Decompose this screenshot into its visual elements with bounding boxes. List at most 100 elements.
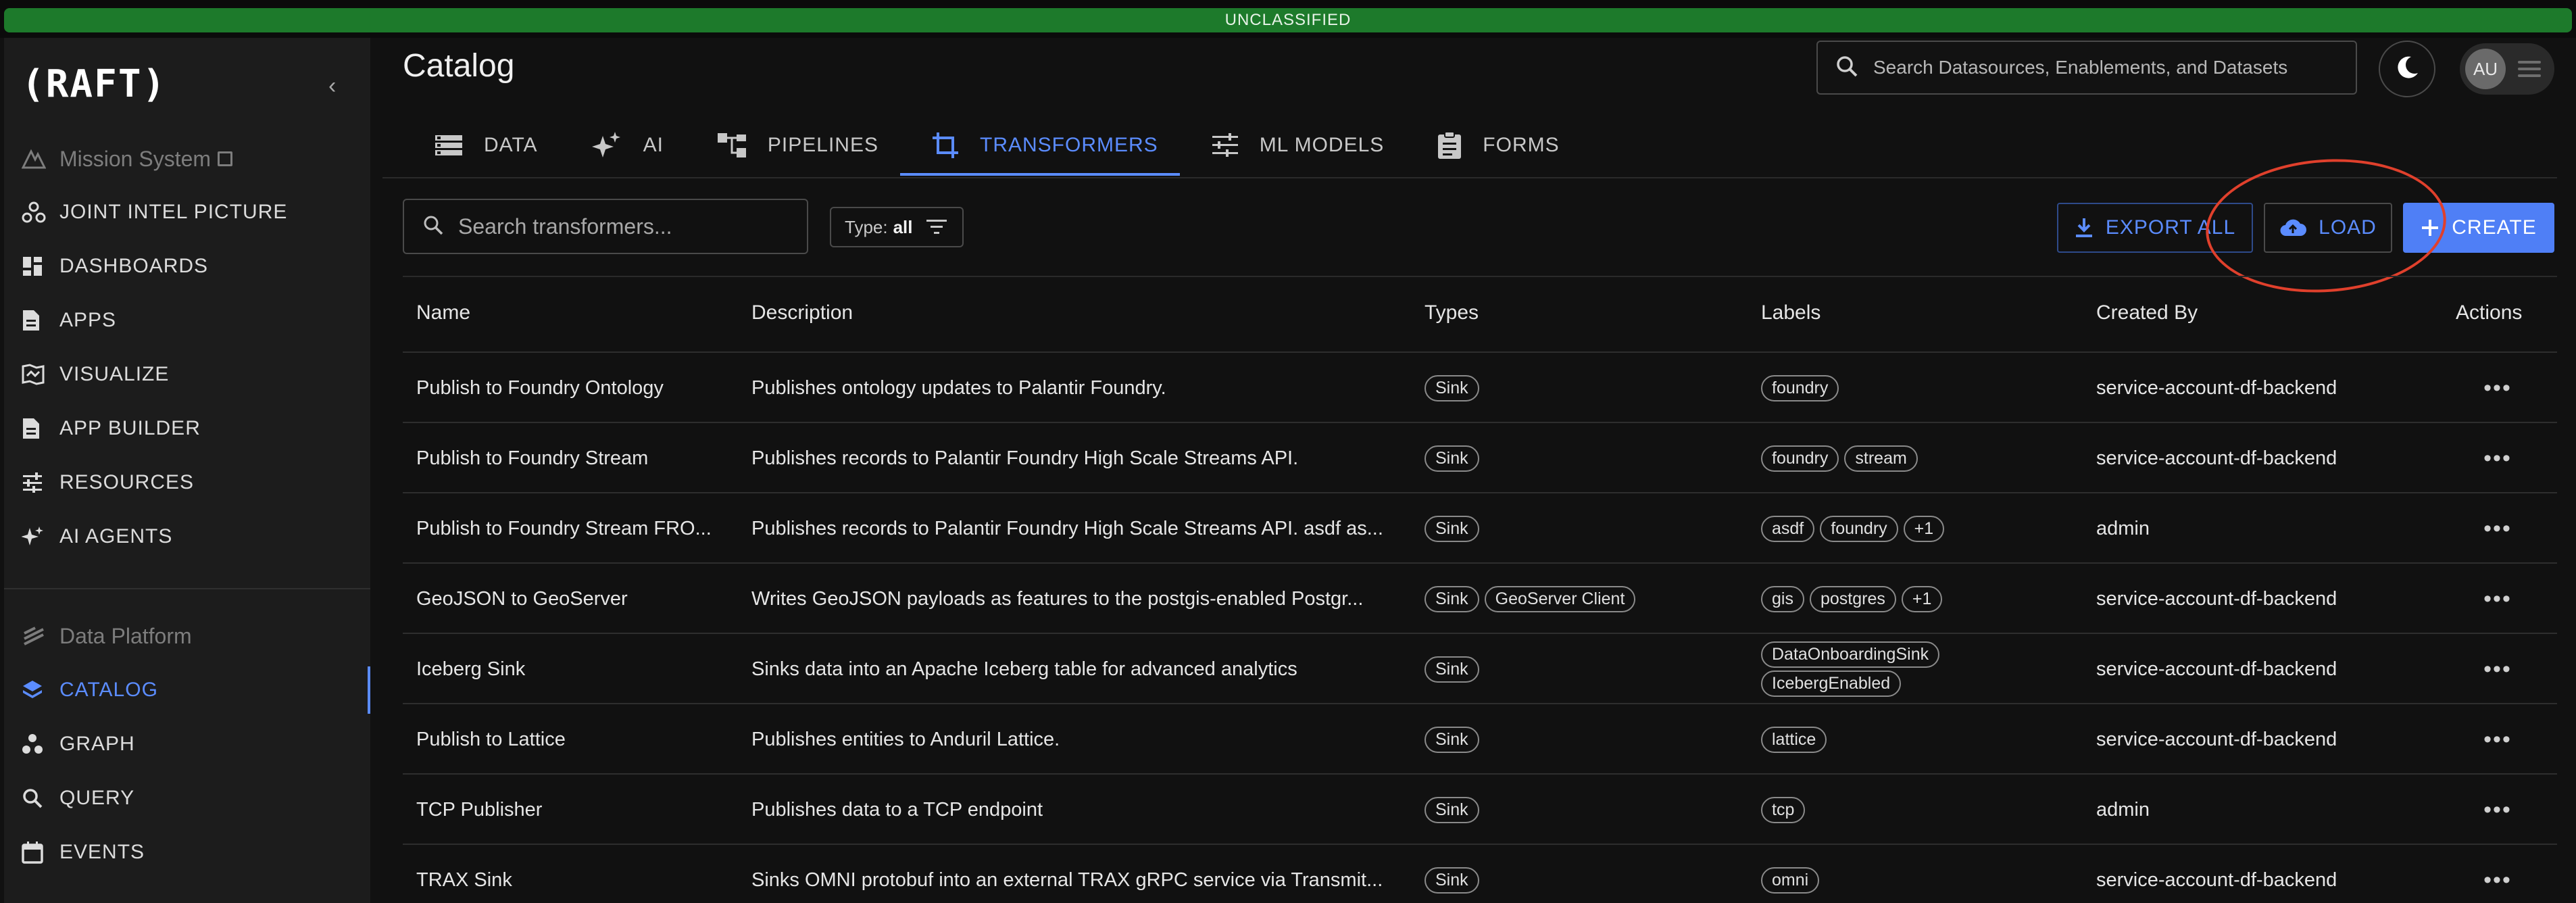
type-chip: Sink (1425, 374, 1479, 401)
column-header-labels[interactable]: Labels (1761, 301, 1820, 324)
sidebar-item-label: QUERY (59, 787, 135, 809)
search-icon (1835, 55, 1858, 81)
sidebar-item-data-platform[interactable]: Data Platform (4, 612, 370, 660)
collapse-sidebar-icon[interactable]: ‹ (328, 73, 336, 99)
row-name: Iceberg Sink (416, 658, 526, 680)
download-icon (2075, 217, 2094, 239)
label-chip: foundry (1761, 445, 1839, 472)
sidebar-item-graph[interactable]: GRAPH (4, 721, 370, 768)
filter-icon (926, 220, 947, 235)
sidebar-item-label: RESOURCES (59, 471, 195, 493)
sidebar-item-ai-agents[interactable]: AI AGENTS (4, 513, 370, 560)
type-chip: Sink (1425, 585, 1479, 612)
table-row[interactable]: Iceberg Sink Sinks data into an Apache Ic… (403, 633, 2557, 703)
row-actions-more-icon[interactable]: ••• (2471, 845, 2525, 903)
column-header-name[interactable]: Name (416, 301, 470, 324)
row-description: Sinks data into an Apache Iceberg table … (751, 658, 1297, 680)
sidebar-item-label: APPS (59, 309, 117, 331)
table-row[interactable]: Publish to Foundry Ontology Publishes ont… (403, 351, 2557, 422)
row-types: Sink (1425, 423, 1742, 493)
sidebar-item-app-builder[interactable]: APP BUILDER (4, 405, 370, 452)
label-chip: DataOnboardingSink (1761, 641, 1940, 668)
search-icon (423, 215, 443, 239)
row-types: Sink (1425, 353, 1742, 423)
theme-toggle-button[interactable] (2379, 41, 2435, 97)
tab-ml-models[interactable]: ML MODELS (1180, 115, 1406, 176)
table-row[interactable]: TCP Publisher Publishes data to a TCP end… (403, 773, 2557, 844)
global-search-input[interactable] (1873, 57, 2333, 78)
events-calendar-icon (22, 839, 59, 866)
sidebar-item-events[interactable]: EVENTS (4, 829, 370, 876)
tab-forms[interactable]: FORMS (1406, 115, 1581, 176)
sidebar-item-dashboards[interactable]: DASHBOARDS (4, 243, 370, 290)
ai-agents-icon (22, 523, 59, 550)
sidebar-item-label: AI AGENTS (59, 525, 173, 547)
transformers-crop-icon (933, 132, 958, 158)
classification-text: UNCLASSIFIED (1224, 11, 1352, 29)
tab-label: PIPELINES (767, 134, 878, 156)
label-chip: +1 (1903, 515, 1945, 542)
catalog-tabs: DATA AI PIPELINES TRANSFORMERS ML MODELS… (403, 115, 1581, 176)
table-row[interactable]: GeoJSON to GeoServer Writes GeoJSON paylo… (403, 562, 2557, 633)
row-actions-more-icon[interactable]: ••• (2471, 775, 2525, 845)
row-actions-more-icon[interactable]: ••• (2471, 353, 2525, 423)
menu-icon[interactable] (2518, 57, 2541, 81)
ml-models-tune-icon (1212, 133, 1238, 157)
row-actions-more-icon[interactable]: ••• (2471, 704, 2525, 775)
sidebar-item-apps[interactable]: APPS (4, 297, 370, 344)
tab-transformers[interactable]: TRANSFORMERS (900, 115, 1180, 176)
table-row[interactable]: TRAX Sink Sinks OMNI protobuf into an ext… (403, 844, 2557, 903)
sidebar-item-joint-intel-picture[interactable]: JOINT INTEL PICTURE (4, 189, 370, 236)
row-actions-more-icon[interactable]: ••• (2471, 564, 2525, 634)
row-labels: foundry stream (1761, 423, 2079, 493)
row-actions-more-icon[interactable]: ••• (2471, 493, 2525, 564)
avatar[interactable]: AU (2465, 49, 2506, 89)
table-row[interactable]: Publish to Foundry Stream FRO... Publishe… (403, 492, 2557, 562)
row-types: Sink GeoServer Client (1425, 564, 1742, 634)
raft-logo[interactable]: (RAFT) (22, 62, 166, 106)
label-chip: lattice (1761, 726, 1827, 753)
pipelines-icon (717, 133, 746, 157)
column-header-actions: Actions (2456, 301, 2523, 324)
tab-pipelines[interactable]: PIPELINES (685, 115, 900, 176)
sidebar-item-mission-system[interactable]: Mission System (4, 135, 370, 182)
app-builder-icon (22, 415, 59, 442)
transformer-search[interactable] (403, 199, 808, 254)
tab-ai[interactable]: AI (560, 115, 685, 176)
type-chip: GeoServer Client (1484, 585, 1636, 612)
sidebar-item-label: VISUALIZE (59, 363, 170, 385)
sidebar-item-visualize[interactable]: VISUALIZE (4, 351, 370, 398)
row-types: Sink (1425, 775, 1742, 845)
sidebar-item-label: APP BUILDER (59, 417, 201, 439)
classification-banner: UNCLASSIFIED (0, 0, 2576, 38)
tab-data[interactable]: DATA (403, 115, 560, 176)
user-menu[interactable]: AU (2460, 43, 2554, 95)
column-header-types[interactable]: Types (1425, 301, 1479, 324)
mission-system-icon (22, 145, 59, 172)
global-search[interactable] (1816, 41, 2357, 95)
sidebar-item-catalog[interactable]: CATALOG (4, 666, 370, 714)
row-actions-more-icon[interactable]: ••• (2471, 634, 2525, 704)
label-chip: stream (1844, 445, 1918, 472)
label-chip: asdf (1761, 515, 1815, 542)
sidebar: (RAFT) ‹ Mission System JOINT INTEL PICT… (4, 38, 370, 903)
sidebar-item-query[interactable]: QUERY (4, 775, 370, 822)
column-header-created-by[interactable]: Created By (2096, 301, 2198, 324)
label-chip: postgres (1809, 585, 1896, 612)
type-chip: Sink (1425, 445, 1479, 472)
row-name: Publish to Foundry Stream (416, 447, 649, 469)
type-filter-button[interactable]: Type: all (830, 207, 964, 247)
table-row[interactable]: Publish to Lattice Publishes entities to … (403, 703, 2557, 773)
table-row[interactable]: Publish to Foundry Stream Publishes recor… (403, 422, 2557, 492)
row-types: Sink (1425, 493, 1742, 564)
transformer-search-input[interactable] (458, 214, 796, 239)
row-actions-more-icon[interactable]: ••• (2471, 423, 2525, 493)
sidebar-item-resources[interactable]: RESOURCES (4, 459, 370, 506)
row-created-by: service-account-df-backend (2096, 587, 2337, 610)
joint-intel-icon (22, 199, 59, 226)
column-header-description[interactable]: Description (751, 301, 853, 324)
forms-clipboard-icon (1438, 132, 1462, 159)
row-types: Sink (1425, 845, 1742, 903)
external-link-icon (218, 151, 233, 166)
row-labels: tcp (1761, 775, 2079, 845)
